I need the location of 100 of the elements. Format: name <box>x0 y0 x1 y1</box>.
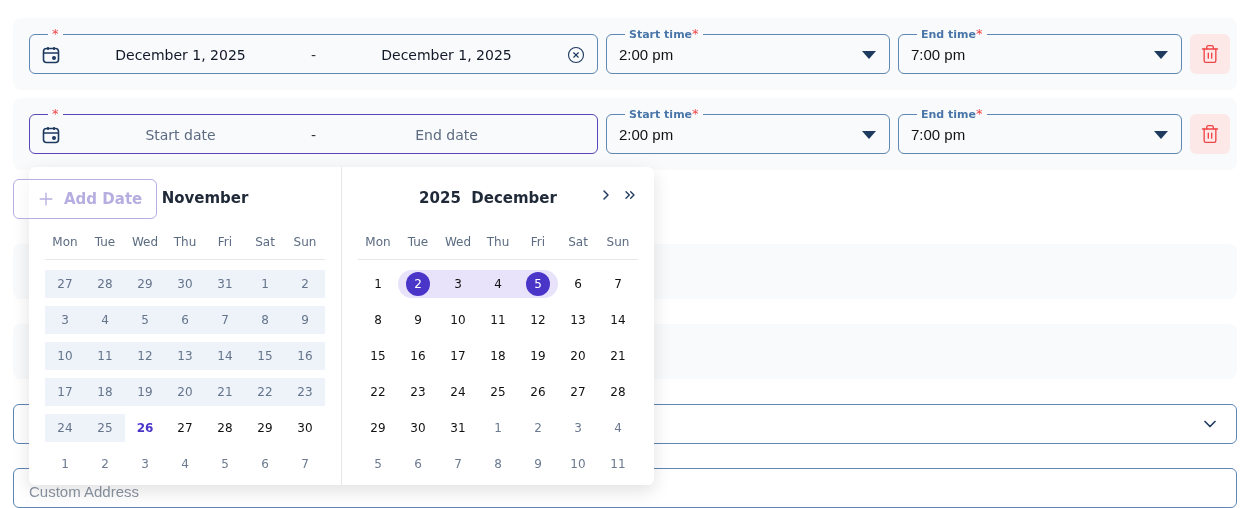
trash-icon <box>1200 44 1220 64</box>
day-cell[interactable]: 27 <box>558 378 598 406</box>
date-range-field[interactable]: * Start date - End date <box>29 107 598 154</box>
day-cell[interactable]: 28 <box>85 270 125 298</box>
day-cell[interactable]: 29 <box>245 414 285 442</box>
day-cell[interactable]: 2 <box>398 270 438 298</box>
day-cell[interactable]: 16 <box>398 342 438 370</box>
day-cell[interactable]: 22 <box>358 378 398 406</box>
day-cell[interactable]: 14 <box>598 306 638 334</box>
day-cell[interactable]: 8 <box>245 306 285 334</box>
day-cell[interactable]: 31 <box>205 270 245 298</box>
day-cell[interactable]: 26 <box>125 414 165 442</box>
day-cell[interactable]: 15 <box>358 342 398 370</box>
calendar-icon <box>42 45 60 64</box>
day-cell[interactable]: 10 <box>45 342 85 370</box>
day-cell[interactable]: 10 <box>438 306 478 334</box>
day-number: 12 <box>136 348 154 365</box>
day-cell[interactable]: 30 <box>398 414 438 442</box>
day-number: 27 <box>56 276 74 293</box>
day-cell[interactable]: 4 <box>598 414 638 442</box>
day-cell[interactable]: 27 <box>45 270 85 298</box>
day-cell[interactable]: 5 <box>125 306 165 334</box>
day-cell[interactable]: 7 <box>205 306 245 334</box>
time-select[interactable]: End time* 7:00 pm <box>898 107 1182 154</box>
clear-icon[interactable] <box>567 45 585 64</box>
day-cell[interactable]: 13 <box>558 306 598 334</box>
day-cell[interactable]: 12 <box>518 306 558 334</box>
day-cell[interactable]: 7 <box>598 270 638 298</box>
day-number: 29 <box>136 276 154 293</box>
day-number: 7 <box>613 276 623 293</box>
day-cell[interactable]: 25 <box>478 378 518 406</box>
time-select[interactable]: End time* 7:00 pm <box>898 27 1182 74</box>
day-cell[interactable]: 11 <box>478 306 518 334</box>
day-cell[interactable]: 6 <box>558 270 598 298</box>
day-cell[interactable]: 28 <box>598 378 638 406</box>
day-cell[interactable]: 12 <box>125 342 165 370</box>
day-cell[interactable]: 3 <box>558 414 598 442</box>
day-cell[interactable]: 4 <box>478 270 518 298</box>
day-cell[interactable]: 24 <box>438 378 478 406</box>
day-cell[interactable]: 20 <box>558 342 598 370</box>
day-cell[interactable]: 26 <box>518 378 558 406</box>
day-cell[interactable]: 24 <box>45 414 85 442</box>
day-cell[interactable]: 6 <box>165 306 205 334</box>
field-label: Start time* <box>628 27 700 42</box>
day-cell[interactable]: 18 <box>85 378 125 406</box>
day-cell[interactable]: 9 <box>398 306 438 334</box>
day-number: 5 <box>526 272 550 296</box>
day-cell[interactable]: 16 <box>285 342 325 370</box>
day-cell[interactable]: 29 <box>125 270 165 298</box>
day-cell[interactable]: 13 <box>165 342 205 370</box>
day-cell[interactable]: 3 <box>438 270 478 298</box>
day-cell[interactable]: 23 <box>398 378 438 406</box>
day-cell[interactable]: 30 <box>285 414 325 442</box>
day-cell[interactable]: 27 <box>165 414 205 442</box>
day-number: 14 <box>216 348 234 365</box>
weekday-label: Sun <box>605 235 631 249</box>
day-number: 11 <box>96 348 114 365</box>
caret-down-icon <box>1153 49 1169 60</box>
day-cell[interactable]: 23 <box>285 378 325 406</box>
range-separator: - <box>309 46 318 63</box>
day-cell[interactable]: 21 <box>205 378 245 406</box>
time-select[interactable]: Start time* 2:00 pm <box>606 27 890 74</box>
field-label: Start time* <box>628 107 700 122</box>
day-cell[interactable]: 17 <box>438 342 478 370</box>
weekday-label: Fri <box>529 235 547 249</box>
day-cell[interactable]: 4 <box>85 306 125 334</box>
day-cell[interactable]: 17 <box>45 378 85 406</box>
day-cell[interactable]: 19 <box>125 378 165 406</box>
day-cell[interactable]: 21 <box>598 342 638 370</box>
time-select[interactable]: Start time* 2:00 pm <box>606 107 890 154</box>
day-cell[interactable]: 19 <box>518 342 558 370</box>
day-cell[interactable]: 20 <box>165 378 205 406</box>
day-cell[interactable]: 2 <box>285 270 325 298</box>
day-cell[interactable]: 3 <box>45 306 85 334</box>
day-cell[interactable]: 29 <box>358 414 398 442</box>
day-cell[interactable]: 30 <box>165 270 205 298</box>
day-cell[interactable]: 14 <box>205 342 245 370</box>
day-cell[interactable]: 1 <box>358 270 398 298</box>
date-range-field[interactable]: * December 1, 2025 - December 1, 2025 <box>29 27 598 74</box>
day-cell[interactable]: 1 <box>478 414 518 442</box>
day-cell[interactable]: 8 <box>358 306 398 334</box>
day-cell[interactable]: 25 <box>85 414 125 442</box>
day-number: 27 <box>569 384 587 401</box>
delete-button[interactable] <box>1190 34 1230 74</box>
day-number: 20 <box>176 384 194 401</box>
day-cell[interactable]: 31 <box>438 414 478 442</box>
day-cell[interactable]: 22 <box>245 378 285 406</box>
day-number: 1 <box>260 276 270 293</box>
day-cell[interactable]: 2 <box>518 414 558 442</box>
day-cell[interactable]: 1 <box>245 270 285 298</box>
delete-button[interactable] <box>1190 114 1230 154</box>
day-cell[interactable]: 9 <box>285 306 325 334</box>
day-cell[interactable]: 18 <box>478 342 518 370</box>
day-cell[interactable]: 5 <box>518 270 558 298</box>
day-cell[interactable]: 15 <box>245 342 285 370</box>
day-number: 21 <box>216 384 234 401</box>
day-cell[interactable]: 11 <box>85 342 125 370</box>
end-date: December 1, 2025 <box>380 46 513 63</box>
day-number: 28 <box>96 276 114 293</box>
day-cell[interactable]: 28 <box>205 414 245 442</box>
